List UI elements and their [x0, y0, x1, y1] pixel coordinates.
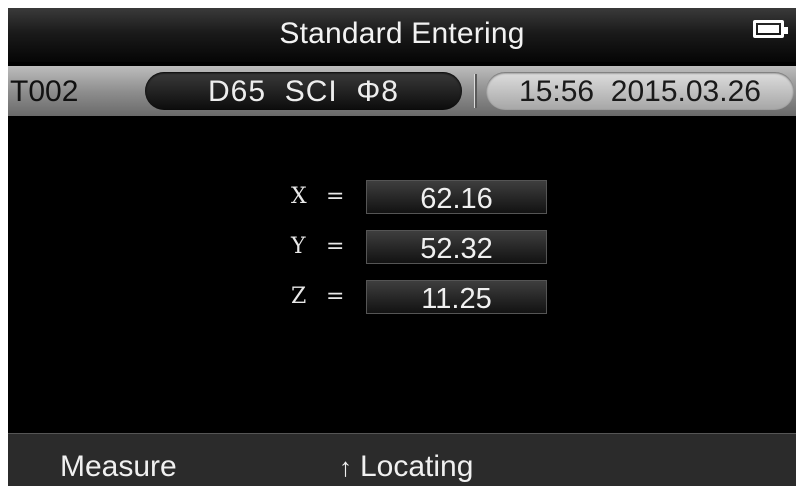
x-label: X: [291, 184, 307, 209]
y-label: Y: [291, 234, 306, 259]
conditions-label: D65 SCI Φ8: [207, 75, 399, 108]
status-bar: T002 D65 SCI Φ8 15:56 2015.03.26: [8, 66, 796, 116]
y-value: 52.32: [420, 233, 493, 265]
status-divider: [474, 74, 477, 108]
x-equals: =: [326, 184, 345, 209]
x-value: 62.16: [420, 183, 493, 215]
datetime-label: 15:56 2015.03.26: [519, 75, 761, 108]
title-bar: Standard Entering: [8, 8, 796, 62]
y-equals: =: [326, 234, 345, 259]
z-value-field[interactable]: 11.25: [366, 280, 547, 315]
locating-label: Locating: [360, 450, 474, 483]
page-title: Standard Entering: [279, 17, 525, 50]
z-equals: =: [326, 284, 345, 309]
locating-softkey[interactable]: ↑ Locating: [339, 450, 473, 484]
softkey-bar: Measure ↑ Locating: [8, 433, 796, 486]
measurement-conditions: D65 SCI Φ8: [145, 72, 462, 110]
measure-softkey[interactable]: Measure: [60, 450, 177, 484]
z-label: Z: [291, 284, 307, 309]
up-arrow-icon: ↑: [339, 452, 352, 482]
device-screen: Standard Entering T002 D65 SCI Φ8 15:56 …: [8, 8, 796, 486]
z-value: 11.25: [421, 283, 492, 315]
test-id: T002: [10, 75, 79, 108]
y-value-row: Y = 52.32: [8, 230, 796, 265]
y-value-field[interactable]: 52.32: [366, 230, 547, 265]
datetime-display: 15:56 2015.03.26: [486, 72, 794, 110]
x-value-field[interactable]: 62.16: [366, 180, 547, 215]
z-value-row: Z = 11.25: [8, 280, 796, 315]
x-value-row: X = 62.16: [8, 180, 796, 215]
battery-full-icon: [753, 20, 788, 38]
